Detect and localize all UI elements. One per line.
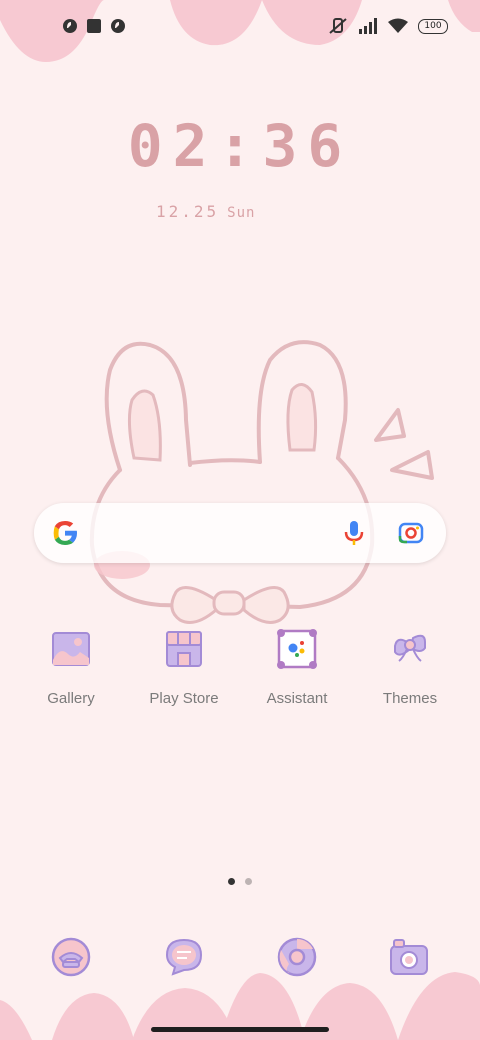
google-search-bar[interactable] (34, 503, 446, 563)
page-dot (245, 878, 252, 885)
notification-icons (62, 18, 126, 34)
app-play-store[interactable]: Play Store (129, 628, 239, 707)
app-label: Assistant (266, 690, 328, 707)
gesture-nav-handle[interactable] (151, 1027, 329, 1032)
clock-date[interactable]: 12.25 Sun (156, 202, 255, 221)
date-text: 12.25 (156, 202, 220, 221)
page-dot-active (228, 878, 235, 885)
clock-time[interactable]: 02:36 (0, 112, 480, 180)
app-themes[interactable]: Themes (355, 628, 465, 707)
assistant-icon (277, 629, 317, 669)
app-label: Play Store (149, 690, 219, 707)
play-store-icon (166, 631, 202, 667)
phone-icon[interactable] (50, 936, 92, 978)
lens-icon[interactable] (398, 521, 424, 545)
notification-icon-1 (63, 19, 77, 33)
weekday-text: Sun (227, 205, 256, 221)
chrome-icon[interactable] (276, 936, 318, 978)
app-label: Gallery (47, 690, 95, 707)
app-assistant[interactable]: Assistant (242, 628, 352, 707)
camera-icon[interactable] (388, 936, 430, 978)
battery-icon: 100 (418, 18, 448, 34)
themes-icon (394, 634, 426, 662)
messages-icon[interactable] (163, 936, 205, 978)
wifi-icon (388, 18, 408, 33)
app-label: Themes (382, 690, 438, 707)
page-indicator (228, 878, 252, 885)
system-icons: 100 (328, 17, 448, 35)
google-icon[interactable] (50, 518, 80, 548)
signal-icon (359, 18, 377, 34)
gallery-icon (52, 632, 90, 666)
notification-icon-2 (111, 19, 125, 33)
mute-icon (329, 18, 347, 34)
mic-icon[interactable] (342, 519, 366, 547)
notification-icon-square (87, 19, 101, 33)
status-bar: 100 (0, 0, 480, 56)
app-gallery[interactable]: Gallery (16, 628, 126, 707)
